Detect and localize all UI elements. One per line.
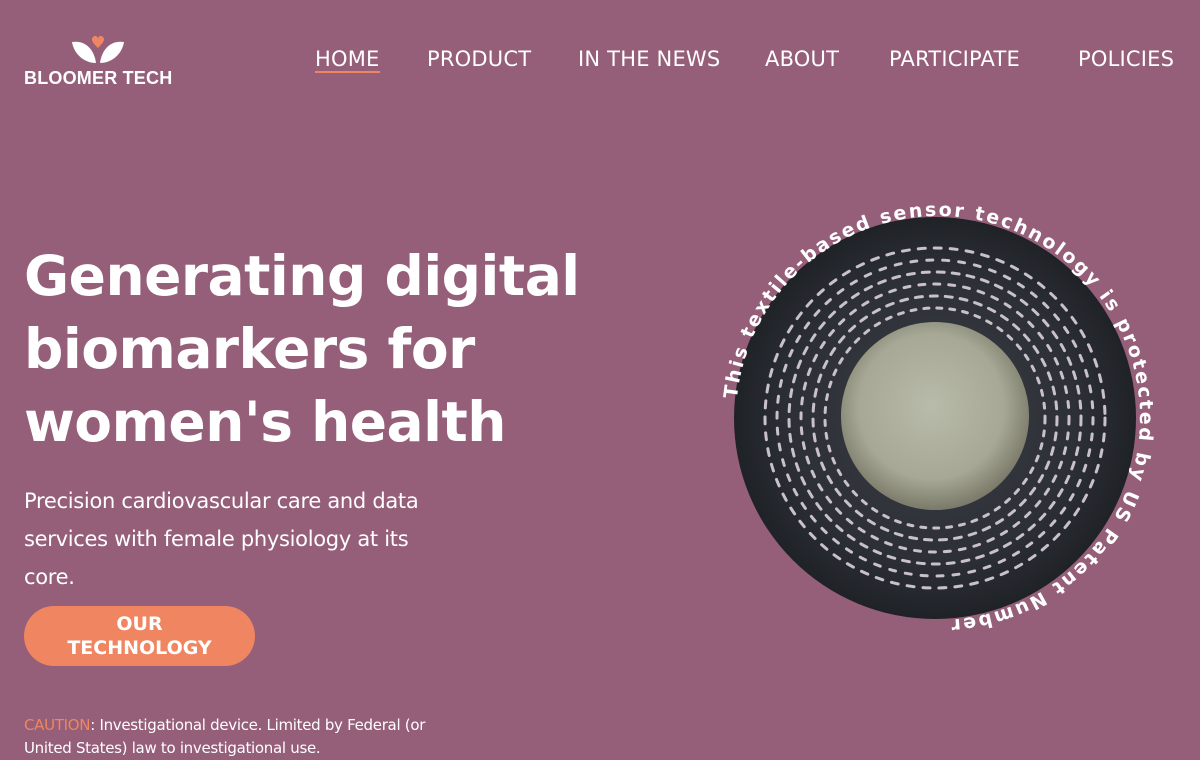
nav-participate[interactable]: PARTICIPATE [889,47,1020,71]
nav-in-the-news[interactable]: IN THE NEWS [578,47,720,71]
caution-label: CAUTION [24,716,91,734]
nav-product[interactable]: PRODUCT [427,47,531,71]
nav-about[interactable]: ABOUT [765,47,839,71]
hero-title-line: Generating digital [24,244,580,308]
hero-subtitle: Precision cardiovascular care and data s… [24,489,419,589]
our-technology-button[interactable]: OUR TECHNOLOGY [24,606,255,666]
hero-title-line: biomarkers for [24,317,475,381]
caution-notice: CAUTION: Investigational device. Limited… [24,714,454,760]
hero-title-line: women's health [24,390,506,454]
nav-policies[interactable]: POLICIES [1078,47,1174,71]
sensor-image: This textile-based sensor technology is … [700,180,1155,637]
hero-title: Generating digital biomarkers for women'… [24,240,624,459]
sensor-pad [841,322,1029,510]
main-nav: HOME PRODUCT IN THE NEWS ABOUT PARTICIPA… [0,47,1200,77]
nav-home[interactable]: HOME [315,47,380,73]
